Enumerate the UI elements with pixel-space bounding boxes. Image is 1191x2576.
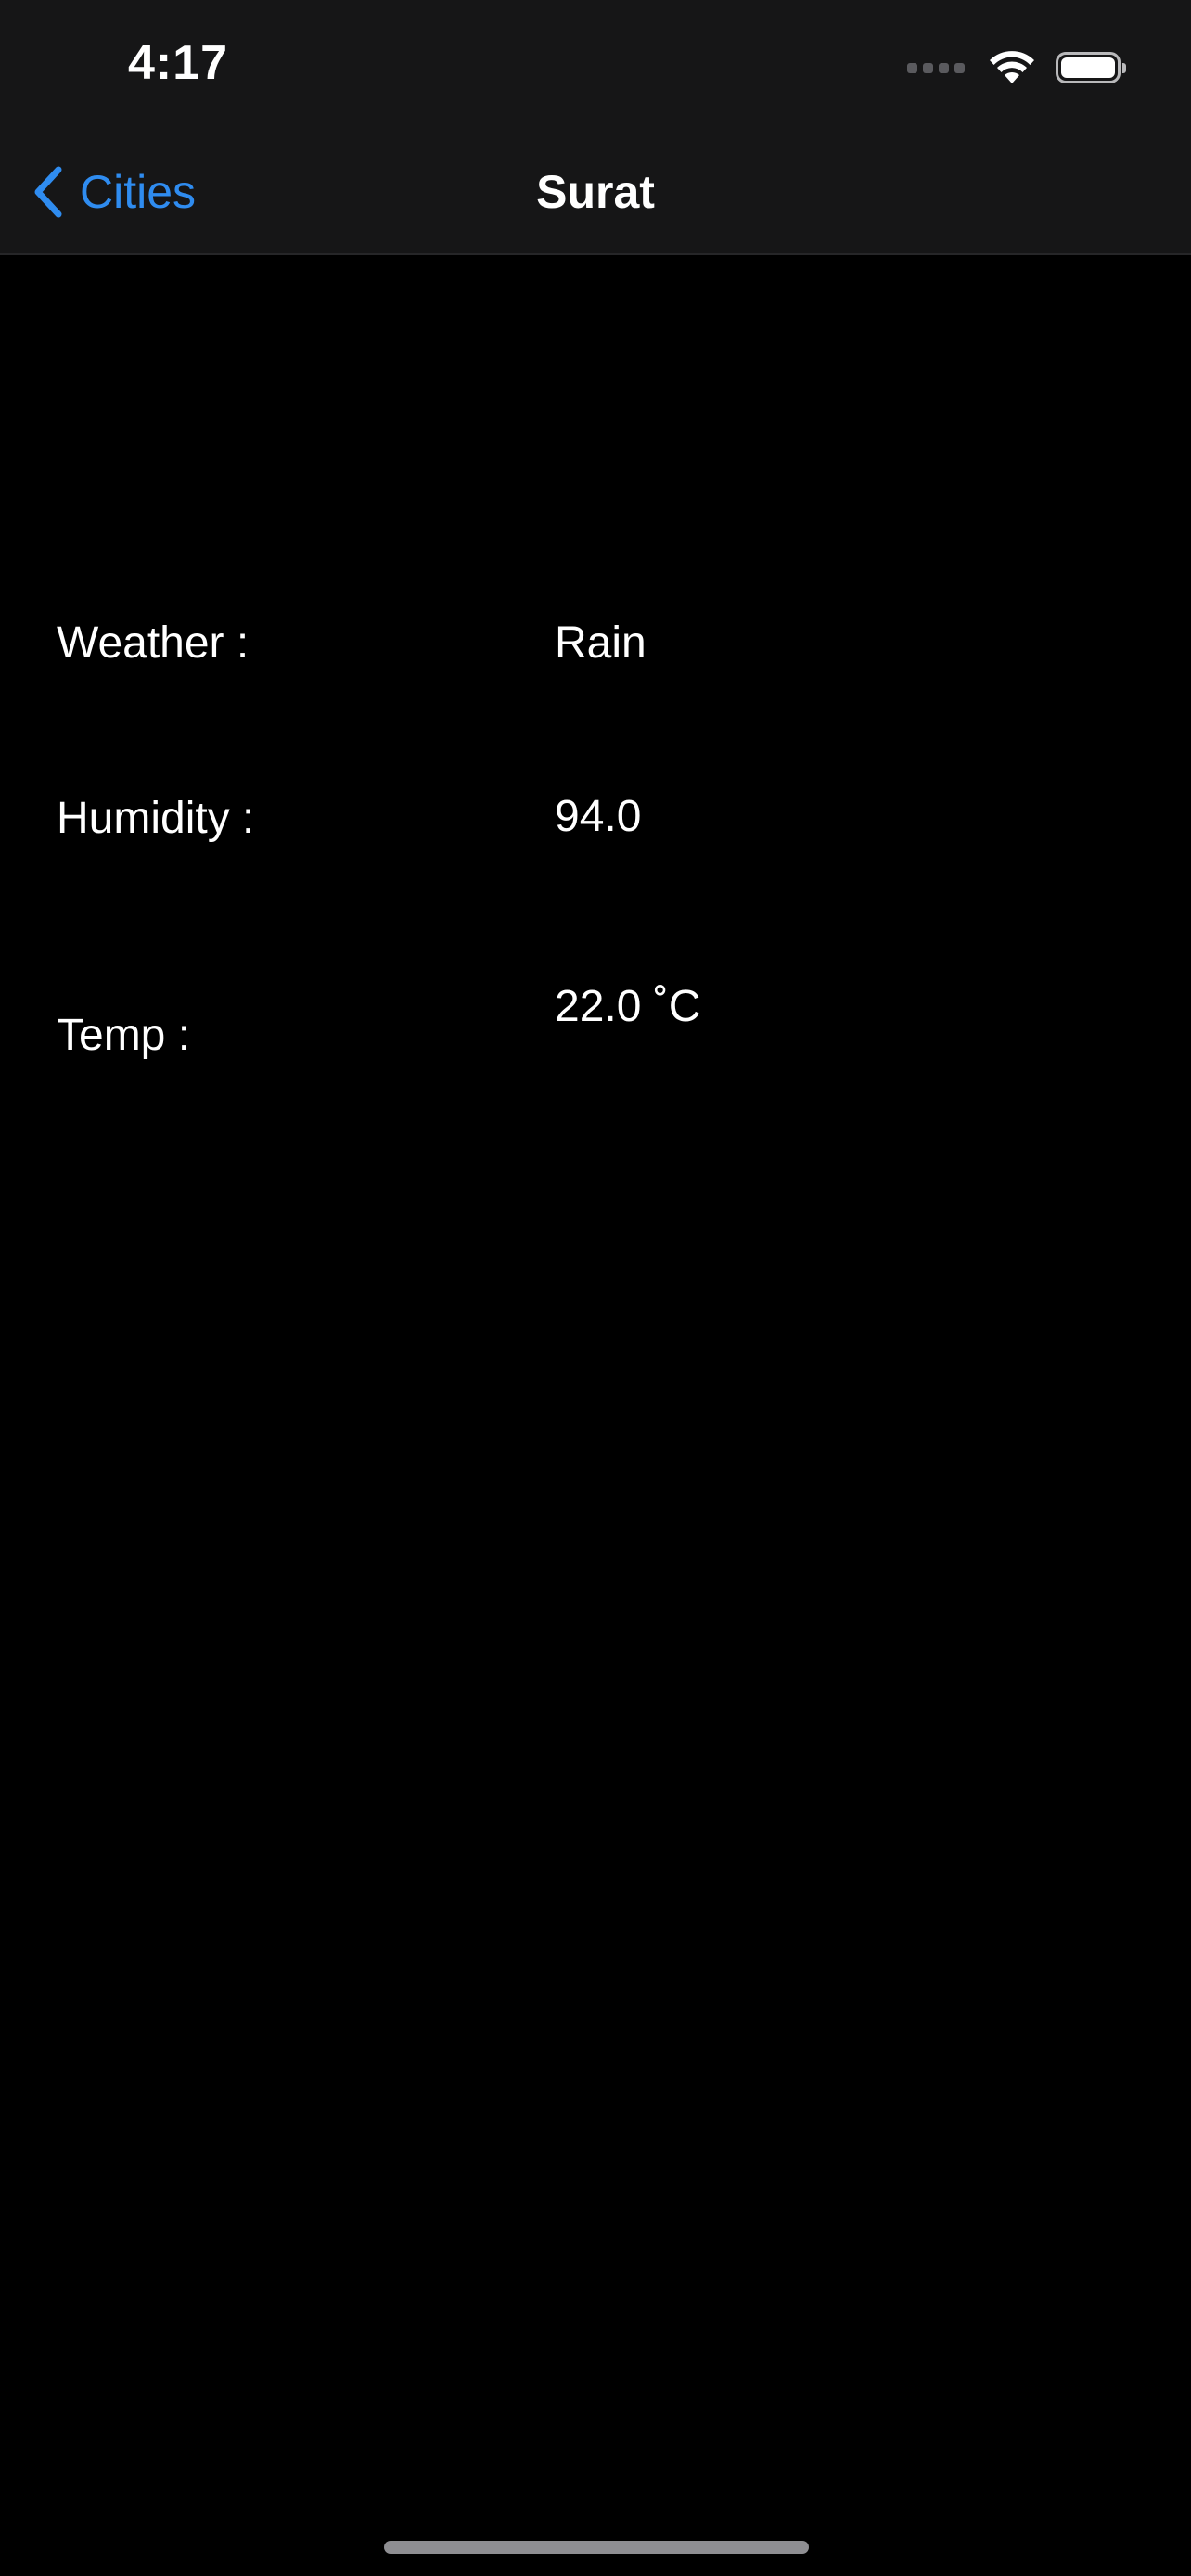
weather-detail-screen: 4:17 Cities Surat Weather : Rain Humidit… xyxy=(0,0,1191,2576)
battery-icon xyxy=(1056,52,1126,83)
page-title: Surat xyxy=(536,166,655,218)
home-indicator[interactable] xyxy=(384,2541,809,2554)
status-time: 4:17 xyxy=(128,36,229,90)
humidity-value: 94.0 xyxy=(555,792,642,841)
temp-value: 22.0 ˚C xyxy=(555,982,701,1031)
humidity-label: Humidity : xyxy=(57,794,255,843)
signal-icon xyxy=(907,62,965,73)
status-icons xyxy=(907,46,1126,89)
wifi-icon xyxy=(990,51,1034,83)
weather-value: Rain xyxy=(555,618,647,668)
top-bar: 4:17 Cities Surat xyxy=(0,0,1191,255)
weather-label: Weather : xyxy=(57,618,250,668)
temp-label: Temp : xyxy=(57,1011,191,1060)
